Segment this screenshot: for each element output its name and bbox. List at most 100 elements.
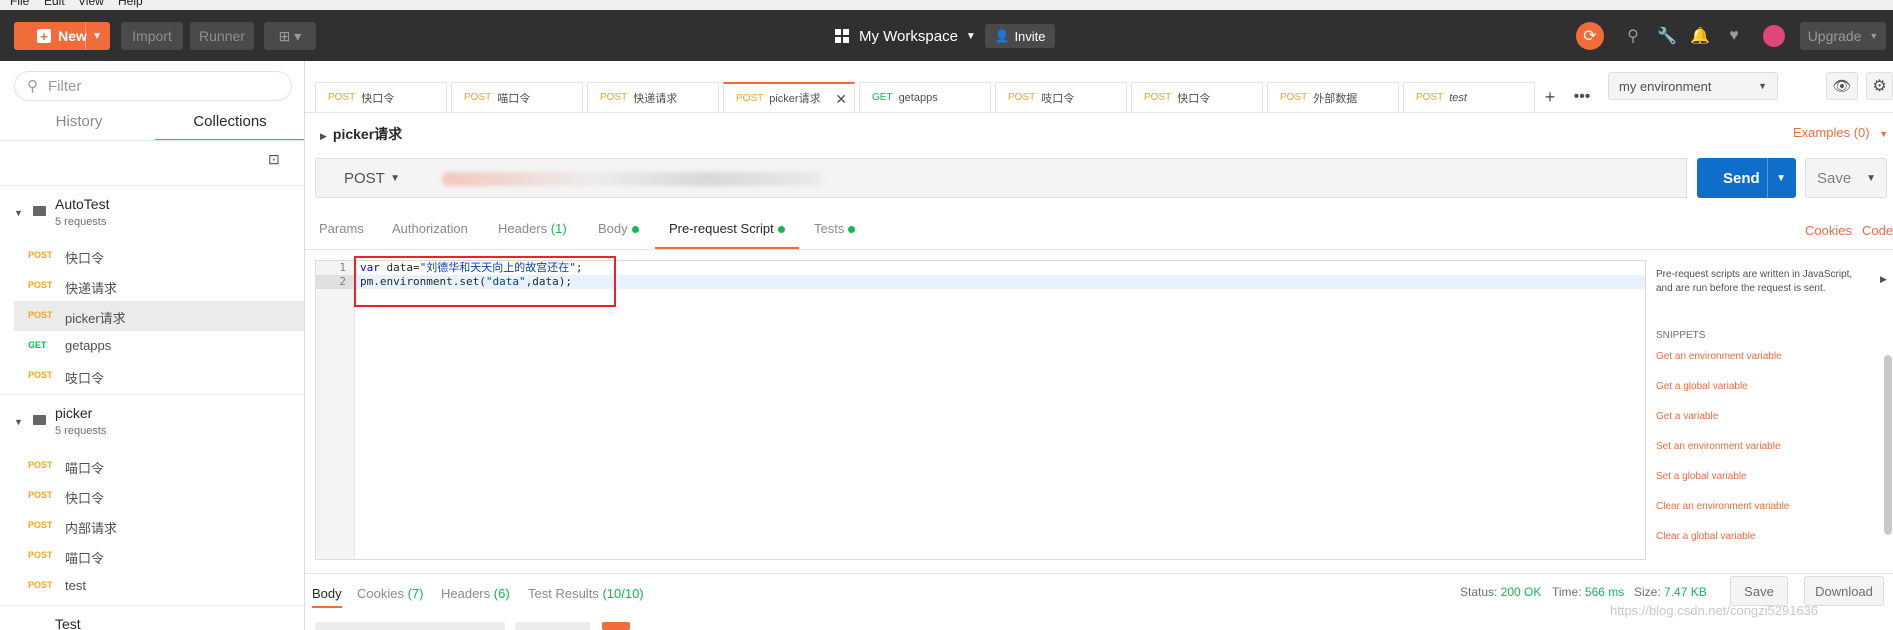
environment-select[interactable]: my environment ▼ — [1608, 72, 1778, 100]
runner-button[interactable]: Runner — [190, 22, 254, 50]
menu-help[interactable]: Help — [118, 0, 143, 8]
request-name: test — [65, 578, 86, 593]
save-label: Save — [1817, 169, 1852, 187]
tab-tests[interactable]: Tests — [814, 221, 856, 249]
more-icon[interactable]: ••• — [1568, 84, 1596, 110]
response-tab-body[interactable]: Body — [312, 586, 342, 608]
request-tab[interactable]: POST 快口令 — [1131, 82, 1263, 112]
bell-icon[interactable]: 🔔 — [1688, 24, 1712, 48]
request-tab[interactable]: POST 快递请求 — [587, 82, 719, 112]
heart-icon[interactable]: ♥ — [1722, 24, 1746, 48]
method-badge: POST — [28, 460, 53, 470]
send-button[interactable]: Send ▼ — [1697, 158, 1796, 198]
tab-params[interactable]: Params — [319, 221, 364, 249]
new-window-button[interactable]: ⊞ ▾ — [264, 22, 316, 50]
list-item[interactable]: POST 内部请求 — [14, 511, 304, 541]
new-collection-icon[interactable]: ⊡ — [268, 151, 286, 167]
upgrade-button[interactable]: Upgrade ▼ — [1800, 22, 1886, 50]
request-tab[interactable]: POST test — [1403, 82, 1535, 112]
new-button[interactable]: + New ▼ — [14, 22, 110, 50]
method-badge: POST — [1280, 92, 1308, 103]
response-tab-cookies[interactable]: Cookies (7) — [357, 586, 423, 601]
examples-dropdown[interactable]: Examples (0) ▼ — [1793, 125, 1888, 140]
method-select[interactable]: POST ▼ — [315, 158, 431, 198]
tab-authorization[interactable]: Authorization — [392, 221, 468, 249]
menu-view[interactable]: View — [78, 0, 104, 8]
snippet-link[interactable]: Get an environment variable — [1656, 351, 1782, 362]
code-link[interactable]: Code — [1862, 223, 1893, 238]
tab-body[interactable]: Body — [598, 221, 639, 249]
snippet-link[interactable]: Set an environment variable — [1656, 441, 1781, 452]
search-icon: ⚲ — [27, 78, 38, 95]
request-tab[interactable]: POST 喵口令 — [451, 82, 583, 112]
request-tab[interactable]: POST 外部数据 — [1267, 82, 1399, 112]
avatar[interactable] — [1763, 25, 1785, 47]
list-item[interactable]: POST 快口令 — [14, 241, 304, 271]
list-item[interactable]: POST 快口令 — [14, 481, 304, 511]
list-item[interactable]: POST 吱口令 — [14, 361, 304, 391]
method-badge: GET — [872, 92, 893, 103]
menu-file[interactable]: File — [10, 0, 29, 8]
add-tab-icon[interactable]: + — [1536, 84, 1564, 110]
collection-test[interactable]: Test — [0, 605, 304, 630]
menu-edit[interactable]: Edit — [44, 0, 65, 8]
download-button[interactable]: Download — [1804, 576, 1884, 606]
list-item[interactable]: GET getapps — [14, 331, 304, 361]
chevron-down-icon[interactable]: ▼ — [1776, 173, 1786, 184]
collection-autotest[interactable]: ▼ AutoTest 5 requests — [0, 185, 304, 239]
request-name: 喵口令 — [65, 461, 105, 476]
snippet-link[interactable]: Get a variable — [1656, 411, 1718, 422]
wrench-icon[interactable]: 🔧 — [1655, 24, 1679, 48]
tab-collections[interactable]: Collections — [155, 111, 304, 141]
chevron-right-icon[interactable]: ▶ — [320, 131, 327, 141]
list-item[interactable]: POST 喵口令 — [14, 451, 304, 481]
url-input[interactable] — [430, 158, 1687, 198]
chevron-down-icon[interactable]: ▼ — [92, 31, 102, 42]
response-tab-headers[interactable]: Headers (6) — [441, 586, 510, 601]
snippet-link[interactable]: Set a global variable — [1656, 471, 1747, 482]
invite-button[interactable]: 👤 Invite — [985, 24, 1055, 48]
search-input[interactable]: ⚲ Filter — [14, 71, 292, 101]
response-tab-test-results[interactable]: Test Results (10/10) — [528, 586, 644, 601]
chevron-down-icon[interactable]: ▼ — [14, 208, 23, 218]
cookies-link[interactable]: Cookies — [1805, 223, 1852, 238]
satellite-icon[interactable]: ⚲ — [1621, 24, 1645, 48]
request-tab-active[interactable]: POST picker请求 ✕ — [723, 82, 855, 112]
request-name: 吱口令 — [65, 371, 105, 386]
response-toolbar — [602, 622, 630, 630]
scrollbar[interactable] — [1884, 355, 1892, 535]
request-tab[interactable]: POST 吱口令 — [995, 82, 1127, 112]
save-button[interactable]: Save ▼ — [1805, 158, 1887, 198]
import-button[interactable]: Import — [121, 22, 183, 50]
sync-icon[interactable]: ⟳ — [1576, 22, 1604, 50]
request-name: 喵口令 — [65, 551, 105, 566]
close-icon[interactable]: ✕ — [835, 91, 847, 108]
chevron-down-icon[interactable]: ▼ — [14, 417, 23, 427]
save-response-button[interactable]: Save — [1730, 576, 1788, 606]
request-title[interactable]: ▶ picker请求 — [320, 124, 402, 144]
tab-pre-request-script[interactable]: Pre-request Script — [655, 221, 799, 249]
gear-icon[interactable]: ⚙ — [1866, 72, 1893, 100]
snippet-link[interactable]: Clear an environment variable — [1656, 501, 1789, 512]
tab-pre-label: Pre-request Script — [669, 221, 774, 236]
method-label: POST — [344, 169, 385, 187]
snippet-link[interactable]: Clear a global variable — [1656, 531, 1756, 542]
tab-headers[interactable]: Headers (1) — [498, 221, 567, 249]
list-item[interactable]: POST test — [14, 571, 304, 601]
collection-picker[interactable]: ▼ picker 5 requests — [0, 394, 304, 448]
workspace-switcher[interactable]: My Workspace ▼ — [835, 22, 976, 50]
snippet-link[interactable]: Get a global variable — [1656, 381, 1748, 392]
list-item[interactable]: POST picker请求 — [14, 301, 304, 331]
eye-icon[interactable]: 👁 — [1826, 72, 1858, 100]
list-item[interactable]: POST 快递请求 — [14, 271, 304, 301]
snippets-panel: Pre-request scripts are written in JavaS… — [1656, 260, 1893, 560]
chevron-down-icon: ▼ — [1879, 129, 1889, 139]
status-dot — [777, 226, 785, 233]
request-tab[interactable]: GET getapps — [859, 82, 991, 112]
chevron-right-icon[interactable]: ▶ — [1880, 274, 1887, 285]
request-tab[interactable]: POST 快口令 — [315, 82, 447, 112]
chevron-down-icon[interactable]: ▼ — [1866, 173, 1876, 184]
tab-history[interactable]: History — [4, 111, 154, 141]
chevron-down-icon: ▼ — [1758, 81, 1767, 91]
list-item[interactable]: POST 喵口令 — [14, 541, 304, 571]
